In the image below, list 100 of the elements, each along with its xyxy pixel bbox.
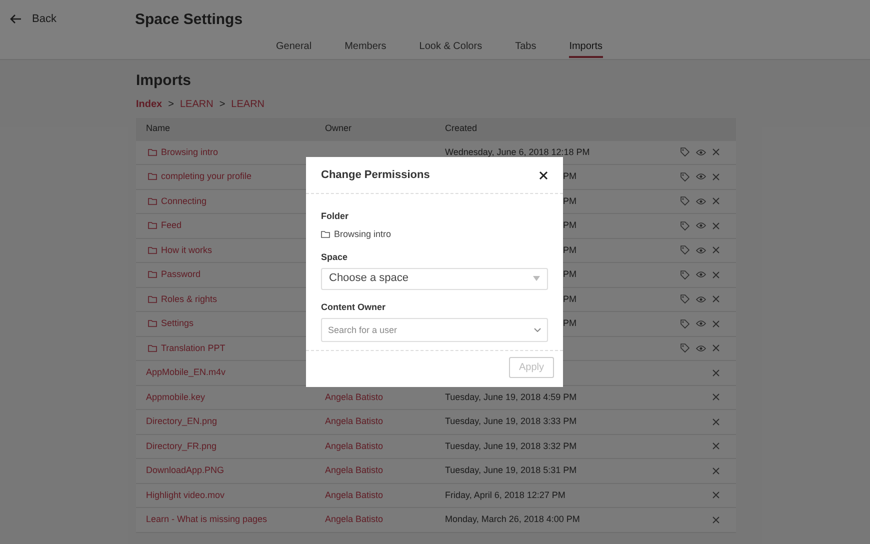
date-cell: PM xyxy=(563,318,576,328)
file-link[interactable]: Learn - What is missing pages xyxy=(146,513,268,526)
delete-icon[interactable] xyxy=(712,148,720,156)
tag-icon[interactable] xyxy=(680,220,690,231)
table-row[interactable]: Highlight video.mov Angela Batisto Friday, April 6, 2018 12:27 PM xyxy=(136,484,736,508)
tag-icon[interactable] xyxy=(680,196,690,206)
delete-icon[interactable] xyxy=(712,393,720,402)
tab[interactable]: Imports xyxy=(569,39,603,58)
delete-icon[interactable] xyxy=(712,246,720,254)
delete-icon[interactable] xyxy=(712,368,720,377)
folder-icon xyxy=(148,320,157,328)
owner-link[interactable]: Angela Batisto xyxy=(325,465,384,475)
delete-icon[interactable] xyxy=(712,344,720,352)
table-row[interactable]: Appmobile.key Angela Batisto Tuesday, June 19, 2018 4:59 PM xyxy=(136,386,736,410)
eye-icon[interactable] xyxy=(696,296,706,303)
date-cell: PM xyxy=(563,269,576,279)
tag-icon[interactable] xyxy=(680,270,690,280)
file-link[interactable]: DownloadApp.PNG xyxy=(146,464,224,478)
tab[interactable]: Tabs xyxy=(515,39,536,58)
tag-icon[interactable] xyxy=(680,294,690,304)
tag-icon[interactable] xyxy=(680,245,690,256)
folder-icon xyxy=(148,173,157,180)
tab[interactable]: Look & Colors xyxy=(419,39,482,58)
date-cell: PM xyxy=(563,171,576,181)
eye-icon[interactable] xyxy=(696,320,706,328)
table-row[interactable]: Directory_EN.png Angela Batisto Tuesday, June 19, 2018 3:33 PM xyxy=(136,410,736,434)
owner-link[interactable]: Angela Batisto xyxy=(325,514,384,524)
delete-icon[interactable] xyxy=(712,222,720,230)
eye-icon[interactable] xyxy=(696,173,706,180)
delete-icon[interactable] xyxy=(712,442,720,450)
folder-icon xyxy=(148,344,157,352)
tab[interactable]: General xyxy=(276,39,312,58)
eye-icon[interactable] xyxy=(696,198,706,205)
file-link[interactable]: AppMobile_EN.m4v xyxy=(146,366,226,380)
date-cell: PM xyxy=(563,220,576,230)
date-cell: PM xyxy=(563,196,576,206)
eye-icon[interactable] xyxy=(696,271,706,278)
delete-icon[interactable] xyxy=(712,172,720,181)
delete-icon[interactable] xyxy=(712,320,720,328)
column-header: Name xyxy=(145,122,172,136)
date-cell: Friday, April 6, 2018 12:27 PM xyxy=(445,490,566,500)
space-select[interactable]: Choose a space xyxy=(321,268,548,290)
delete-icon[interactable] xyxy=(712,270,720,279)
file-link[interactable]: Appmobile.key xyxy=(146,390,206,404)
back-link[interactable]: Back xyxy=(10,11,56,28)
breadcrumb-separator: > xyxy=(168,98,174,112)
delete-icon[interactable] xyxy=(712,466,720,475)
table-row[interactable]: DownloadApp.PNG Angela Batisto Tuesday, June 19, 2018 5:31 PM xyxy=(136,459,736,484)
owner-link[interactable]: Angela Batisto xyxy=(325,416,384,426)
folder-link[interactable]: Settings xyxy=(161,317,194,330)
tag-icon[interactable] xyxy=(680,343,690,354)
folder-link[interactable]: Feed xyxy=(161,219,182,232)
eye-icon[interactable] xyxy=(696,344,706,352)
date-cell: Tuesday, June 19, 2018 4:59 PM xyxy=(445,392,577,402)
chevron-down-icon xyxy=(534,328,541,332)
tag-icon[interactable] xyxy=(680,147,690,158)
folder-icon xyxy=(148,222,157,230)
folder-link[interactable]: Password xyxy=(161,268,201,282)
delete-icon[interactable] xyxy=(712,491,720,500)
eye-icon[interactable] xyxy=(696,246,706,254)
folder-link[interactable]: Browsing intro xyxy=(161,146,218,159)
breadcrumb-link[interactable]: LEARN xyxy=(231,96,265,112)
back-arrow-icon xyxy=(10,14,22,24)
folder-icon xyxy=(148,198,157,205)
file-link[interactable]: Highlight video.mov xyxy=(146,488,225,502)
folder-link[interactable]: How it works xyxy=(161,244,212,257)
table-row[interactable]: Learn - What is missing pages Angela Batisto Monday, March 26, 2018 4:00 PM xyxy=(136,508,736,532)
date-cell: Monday, March 26, 2018 4:00 PM xyxy=(445,514,580,524)
folder-link[interactable]: Connecting xyxy=(161,194,207,208)
close-icon[interactable] xyxy=(539,170,548,180)
date-cell: Tuesday, June 19, 2018 3:33 PM xyxy=(445,416,577,426)
tab[interactable]: Members xyxy=(344,39,386,58)
breadcrumb-link[interactable]: LEARN xyxy=(180,96,214,112)
tag-icon[interactable] xyxy=(680,172,690,182)
owner-link[interactable]: Angela Batisto xyxy=(325,440,384,450)
folder-icon xyxy=(148,148,157,156)
delete-icon[interactable] xyxy=(712,418,720,426)
delete-icon[interactable] xyxy=(712,197,720,206)
owner-link[interactable]: Angela Batisto xyxy=(325,490,384,500)
field-label: Space xyxy=(321,251,349,264)
folder-link[interactable]: Roles & rights xyxy=(161,292,218,306)
folder-icon xyxy=(148,246,157,254)
folder-link[interactable]: completing your profile xyxy=(161,170,252,184)
tag-icon[interactable] xyxy=(680,318,690,329)
owner-search-field[interactable]: Search for a user xyxy=(321,318,548,342)
eye-icon[interactable] xyxy=(696,222,706,230)
folder-name: Browsing intro xyxy=(334,228,392,241)
folder-link[interactable]: Translation PPT xyxy=(161,342,226,355)
folder-icon xyxy=(321,230,330,238)
caret-icon xyxy=(533,276,540,281)
table-row[interactable]: Directory_FR.png Angela Batisto Tuesday, June 19, 2018 3:32 PM xyxy=(136,434,736,459)
file-link[interactable]: Directory_FR.png xyxy=(146,440,217,453)
owner-link[interactable]: Angela Batisto xyxy=(325,392,384,402)
file-link[interactable]: Directory_EN.png xyxy=(146,415,218,428)
delete-icon[interactable] xyxy=(712,516,720,524)
eye-icon[interactable] xyxy=(696,148,706,156)
breadcrumb-link[interactable]: Index xyxy=(136,96,162,112)
delete-icon[interactable] xyxy=(712,295,720,304)
field-label: Content Owner xyxy=(321,300,386,314)
date-cell: PM xyxy=(563,294,576,304)
